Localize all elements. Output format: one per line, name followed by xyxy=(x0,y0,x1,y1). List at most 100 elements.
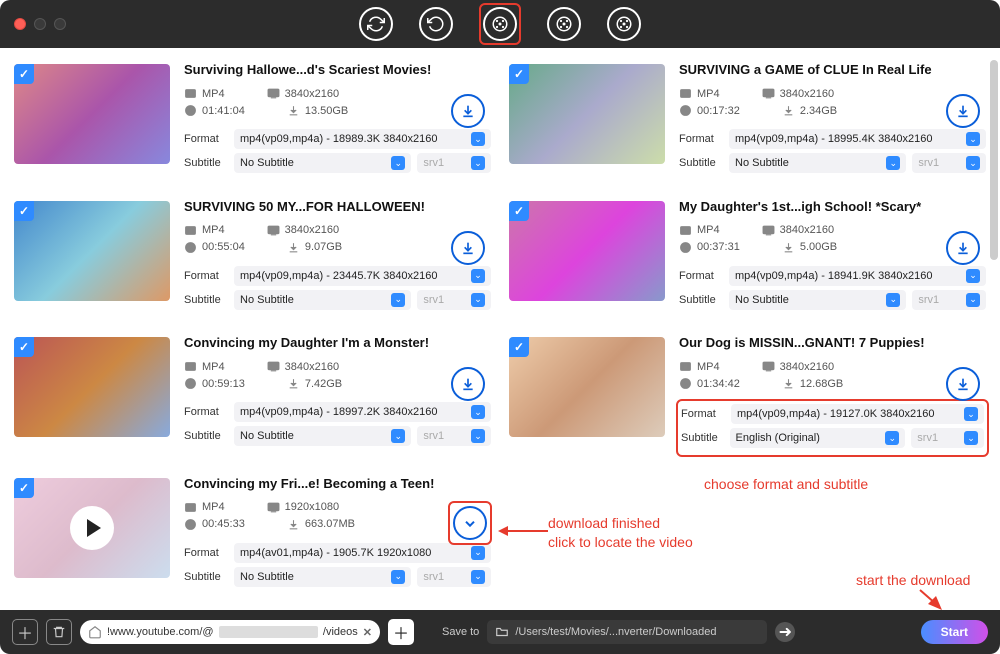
chevron-down-icon: ⌄ xyxy=(966,132,980,146)
chevron-down-icon: ⌄ xyxy=(471,293,485,307)
thumbnail[interactable]: ✓ xyxy=(14,337,170,437)
minimize-window[interactable] xyxy=(34,18,46,30)
format-select[interactable]: mp4(vp09,mp4a) - 23445.7K 3840x2160⌄ xyxy=(234,266,491,286)
chevron-down-icon: ⌄ xyxy=(391,570,405,584)
add-url-button[interactable]: ＋ xyxy=(388,619,414,645)
format-select[interactable]: mp4(vp09,mp4a) - 19127.0K 3840x2160⌄ xyxy=(731,404,984,424)
zoom-window[interactable] xyxy=(54,18,66,30)
close-window[interactable] xyxy=(14,18,26,30)
subtitle-select[interactable]: No Subtitle⌄ xyxy=(234,290,411,310)
thumbnail[interactable]: ✓ xyxy=(509,201,665,301)
video-download-icon[interactable] xyxy=(483,7,517,41)
checkbox[interactable]: ✓ xyxy=(509,201,529,221)
chevron-down-icon: ⌄ xyxy=(391,156,405,170)
top-toolbar xyxy=(359,3,641,45)
subtitle-select[interactable]: No Subtitle⌄ xyxy=(234,153,411,173)
video-list-icon[interactable] xyxy=(547,7,581,41)
video-search-icon[interactable] xyxy=(607,7,641,41)
thumbnail[interactable]: ✓ xyxy=(509,337,665,437)
subtitle-label: Subtitle xyxy=(184,294,234,306)
download-button[interactable] xyxy=(451,94,485,128)
format-select[interactable]: mp4(vp09,mp4a) - 18997.2K 3840x2160⌄ xyxy=(234,402,491,422)
path-text: /Users/test/Movies/...nverter/Downloaded xyxy=(515,626,716,638)
thumbnail[interactable]: ✓ xyxy=(14,64,170,164)
checkbox[interactable]: ✓ xyxy=(509,337,529,357)
format-label: Format xyxy=(184,406,234,418)
srv-select[interactable]: srv1⌄ xyxy=(912,153,986,173)
resolution-badge: 3840x2160 xyxy=(267,87,339,100)
thumbnail[interactable]: ✓ xyxy=(14,478,170,578)
srv-select[interactable]: srv1⌄ xyxy=(417,426,491,446)
add-button[interactable]: ＋ xyxy=(12,619,38,645)
subtitle-select[interactable]: English (Original)⌄ xyxy=(730,428,906,448)
format-select[interactable]: mp4(vp09,mp4a) - 18995.4K 3840x2160⌄ xyxy=(729,129,986,149)
checkbox[interactable]: ✓ xyxy=(14,64,34,84)
start-button[interactable]: Start xyxy=(921,620,988,644)
video-card: ✓Our Dog is MISSIN...GNANT! 7 Puppies!MP… xyxy=(509,331,986,464)
duration-badge: 00:45:33 xyxy=(184,518,245,531)
chevron-down-icon: ⌄ xyxy=(471,570,485,584)
format-badge: MP4 xyxy=(184,87,225,100)
play-icon[interactable] xyxy=(70,506,114,550)
download-button[interactable] xyxy=(946,231,980,265)
chevron-down-icon: ⌄ xyxy=(964,431,978,445)
locate-button[interactable] xyxy=(453,506,487,540)
chevron-down-icon: ⌄ xyxy=(471,269,485,283)
duration-badge: 01:41:04 xyxy=(184,104,245,117)
url-input[interactable]: !www.youtube.com/@ /videos ✕ xyxy=(80,620,380,644)
srv-select[interactable]: srv1⌄ xyxy=(912,290,986,310)
subtitle-select[interactable]: No Subtitle⌄ xyxy=(234,567,411,587)
format-select[interactable]: mp4(vp09,mp4a) - 18989.3K 3840x2160⌄ xyxy=(234,129,491,149)
chevron-down-icon: ⌄ xyxy=(885,431,899,445)
checkbox[interactable]: ✓ xyxy=(14,337,34,357)
resolution-badge: 3840x2160 xyxy=(267,360,339,373)
resolution-badge: 1920x1080 xyxy=(267,501,339,514)
delete-button[interactable] xyxy=(46,619,72,645)
download-button[interactable] xyxy=(946,94,980,128)
checkbox[interactable]: ✓ xyxy=(14,478,34,498)
chevron-down-icon: ⌄ xyxy=(391,293,405,307)
format-badge: MP4 xyxy=(184,360,225,373)
video-title: My Daughter's 1st...igh School! *Scary* xyxy=(679,199,986,214)
format-select[interactable]: mp4(av01,mp4a) - 1905.7K 1920x1080⌄ xyxy=(234,543,491,563)
checkbox[interactable]: ✓ xyxy=(14,201,34,221)
video-card: ✓SURVIVING a GAME of CLUE In Real LifeMP… xyxy=(509,58,986,187)
subtitle-label: Subtitle xyxy=(184,430,234,442)
download-button[interactable] xyxy=(451,231,485,265)
format-badge: MP4 xyxy=(679,87,720,100)
subtitle-select[interactable]: No Subtitle⌄ xyxy=(729,153,906,173)
download-button[interactable] xyxy=(451,367,485,401)
download-button[interactable] xyxy=(946,367,980,401)
thumbnail[interactable]: ✓ xyxy=(14,201,170,301)
subtitle-select[interactable]: No Subtitle⌄ xyxy=(234,426,411,446)
chevron-down-icon: ⌄ xyxy=(471,429,485,443)
save-path[interactable]: /Users/test/Movies/...nverter/Downloaded xyxy=(487,620,767,644)
url-blur xyxy=(219,626,318,638)
format-badge: MP4 xyxy=(679,360,720,373)
chevron-down-icon: ⌄ xyxy=(391,429,405,443)
format-badge: MP4 xyxy=(679,224,720,237)
srv-select[interactable]: srv1⌄ xyxy=(911,428,984,448)
srv-select[interactable]: srv1⌄ xyxy=(417,153,491,173)
clear-url-icon[interactable]: ✕ xyxy=(363,626,372,639)
open-folder-button[interactable]: ➜ xyxy=(775,622,795,642)
subtitle-select[interactable]: No Subtitle⌄ xyxy=(729,290,906,310)
checkbox[interactable]: ✓ xyxy=(509,64,529,84)
srv-select[interactable]: srv1⌄ xyxy=(417,567,491,587)
video-title: Convincing my Daughter I'm a Monster! xyxy=(184,335,491,350)
reload-icon[interactable] xyxy=(419,7,453,41)
folder-icon xyxy=(495,625,509,639)
size-badge: 9.07GB xyxy=(287,241,342,254)
chevron-down-icon: ⌄ xyxy=(471,405,485,419)
refresh-icon[interactable] xyxy=(359,7,393,41)
srv-select[interactable]: srv1⌄ xyxy=(417,290,491,310)
scrollbar[interactable] xyxy=(990,60,998,260)
format-select[interactable]: mp4(vp09,mp4a) - 18941.9K 3840x2160⌄ xyxy=(729,266,986,286)
video-grid: ✓Surviving Hallowe...d's Scariest Movies… xyxy=(0,48,1000,610)
format-badge: MP4 xyxy=(184,501,225,514)
window-controls xyxy=(14,18,66,30)
duration-badge: 00:59:13 xyxy=(184,377,245,390)
resolution-badge: 3840x2160 xyxy=(762,87,834,100)
chevron-down-icon: ⌄ xyxy=(966,293,980,307)
thumbnail[interactable]: ✓ xyxy=(509,64,665,164)
